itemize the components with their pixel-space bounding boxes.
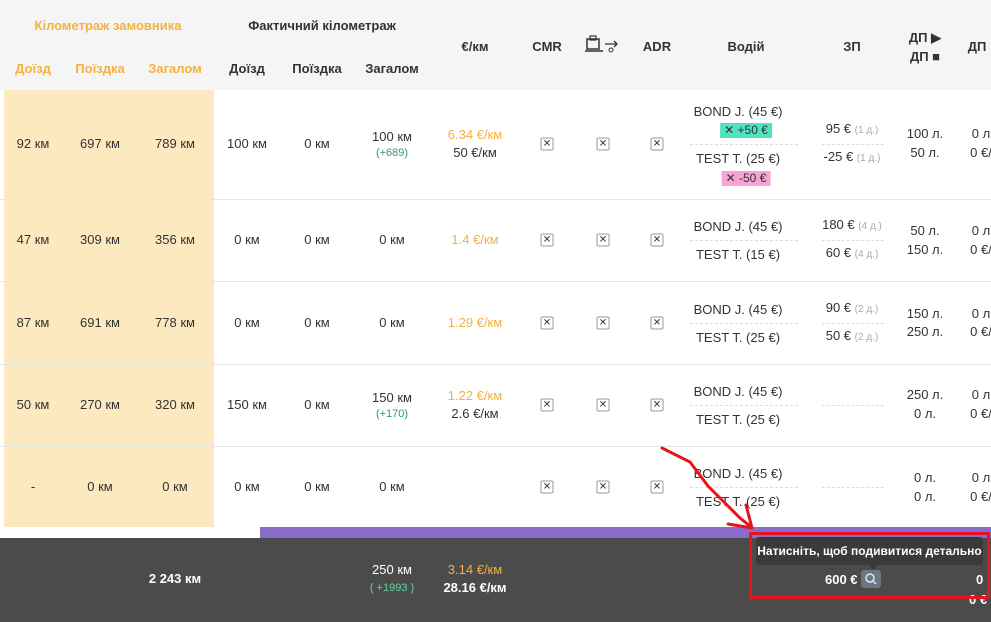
annotation-arrow-icon [660,446,754,530]
